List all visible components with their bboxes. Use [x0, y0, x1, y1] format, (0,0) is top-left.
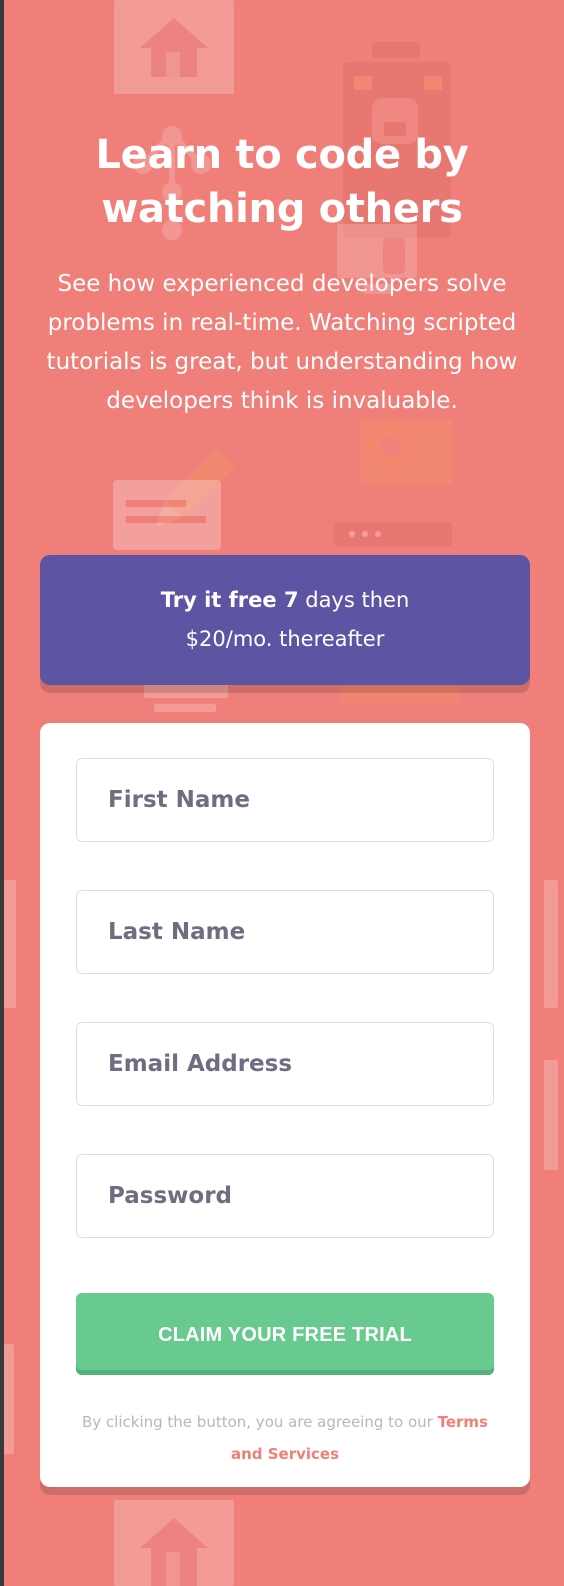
last-name-placeholder: Last Name — [108, 919, 246, 945]
terms-disclaimer: By clicking the button, you are agreeing… — [76, 1406, 494, 1470]
landing-page: Learn to code by watching others See how… — [0, 0, 564, 1586]
email-placeholder: Email Address — [108, 1051, 293, 1077]
signup-form-card: First Name Last Name Email Address Passw… — [40, 723, 530, 1487]
hero-subtitle: See how experienced developers solve pro… — [46, 271, 518, 414]
password-placeholder: Password — [108, 1183, 232, 1209]
trial-offer-emphasis: Try it free 7 — [160, 588, 299, 612]
terms-disclaimer-text: By clicking the button, you are agreeing… — [82, 1413, 433, 1431]
first-name-placeholder: First Name — [108, 787, 250, 813]
page-content: Learn to code by watching others See how… — [0, 0, 564, 1586]
window-left-edge — [0, 0, 4, 1586]
hero-section: Learn to code by watching others See how… — [40, 128, 524, 421]
email-field[interactable]: Email Address — [76, 1022, 494, 1106]
password-field[interactable]: Password — [76, 1154, 494, 1238]
hero-title-line-1: Learn to code by — [95, 132, 469, 178]
trial-offer-banner: Try it free 7 days then $20/mo. thereaft… — [40, 555, 530, 685]
trial-offer-line-2: $20/mo. thereafter — [185, 627, 385, 651]
last-name-field[interactable]: Last Name — [76, 890, 494, 974]
first-name-field[interactable]: First Name — [76, 758, 494, 842]
claim-free-trial-button[interactable]: CLAIM YOUR FREE TRIAL — [76, 1293, 494, 1375]
trial-offer-text: Try it free 7 days then $20/mo. thereaft… — [145, 581, 425, 659]
hero-title: Learn to code by watching others — [40, 128, 524, 236]
trial-offer-line-1-rest: days then — [298, 588, 410, 612]
hero-title-line-2: watching others — [101, 186, 463, 232]
